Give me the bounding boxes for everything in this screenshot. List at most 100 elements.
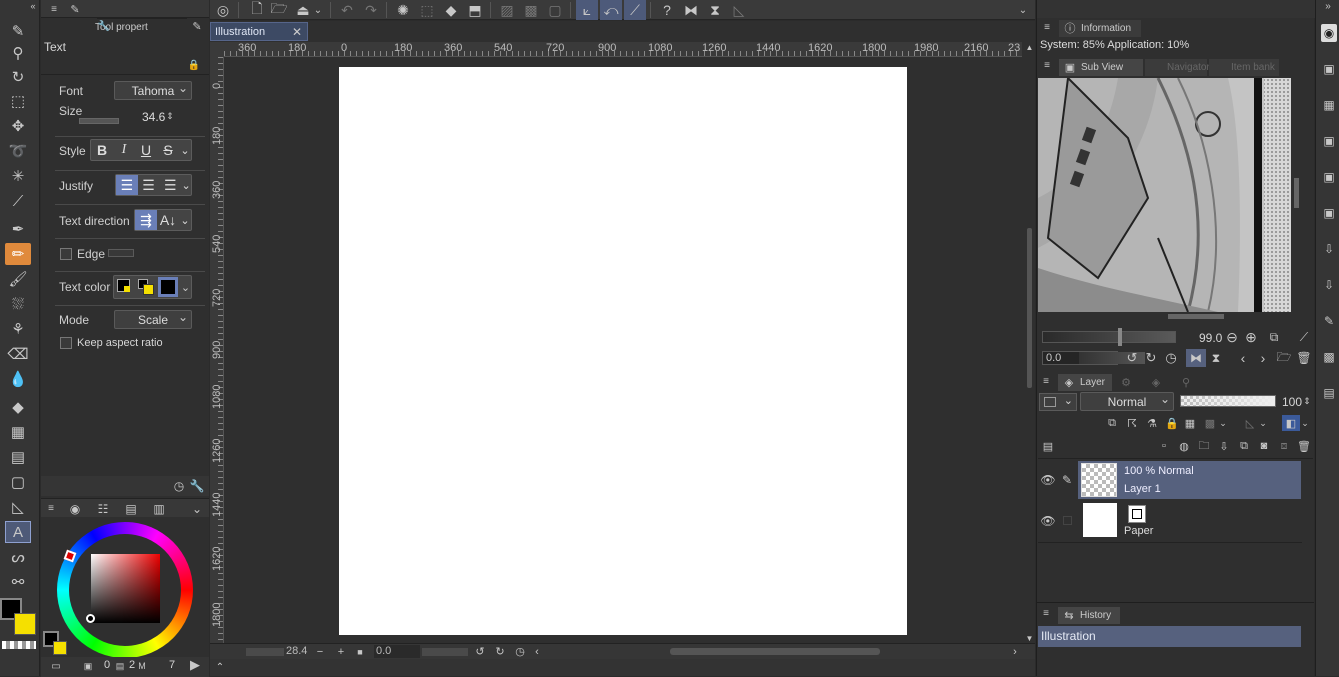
vertical-scrollbar[interactable]: ▲ ▼	[1024, 42, 1035, 643]
flip-horizontal-icon[interactable]: ⧓	[1186, 349, 1206, 367]
save-icon[interactable]: ⏏	[292, 0, 314, 20]
edge-width-slider[interactable]	[108, 249, 134, 257]
panel-menu-icon[interactable]: ≡	[1040, 374, 1052, 388]
chevron-down-icon[interactable]: ⌄	[1300, 415, 1310, 431]
clip-layer-icon[interactable]: ⧉	[1104, 415, 1120, 431]
flip-horizontal-icon[interactable]: ⧓	[680, 0, 702, 20]
fit-window-icon[interactable]: ⧉	[1266, 329, 1282, 345]
correction-tool-icon[interactable]: ⚯	[5, 571, 31, 593]
subview-zoom-handle[interactable]	[1118, 328, 1122, 346]
layer-row-paper[interactable]: Paper	[1078, 501, 1301, 541]
subview-zoom-value[interactable]: 99.0	[1199, 331, 1222, 345]
itembank-tab[interactable]: Item bank	[1209, 59, 1279, 76]
scroll-left-icon[interactable]: ‹	[532, 644, 542, 659]
rotate-left-icon[interactable]: ↺	[1124, 350, 1140, 366]
reset-rotation-icon[interactable]: ◷	[514, 644, 526, 659]
pen-tab-icon[interactable]: ✎	[189, 18, 205, 34]
rotate-left-icon[interactable]: ↺	[474, 644, 486, 659]
panel-menu-icon[interactable]: ≡	[1041, 58, 1053, 72]
flip-vertical-icon[interactable]: ⧗	[704, 0, 726, 20]
decoration-tool-icon[interactable]: ⚘	[5, 318, 31, 340]
chevron-down-icon[interactable]: ⌄	[312, 0, 324, 20]
zoom-out-icon[interactable]: −	[314, 644, 326, 659]
busy-icon[interactable]: ✺	[392, 0, 414, 20]
material-image-icon[interactable]: ▣	[1321, 132, 1337, 150]
combine-icon[interactable]: ⧉	[1236, 438, 1252, 454]
underline-icon[interactable]: U	[135, 140, 157, 160]
flip-vertical-icon[interactable]: ⧗	[1208, 350, 1224, 366]
rotate-right-icon[interactable]: ↻	[1143, 350, 1159, 366]
mode-select[interactable]: Scale	[114, 310, 192, 329]
material-folder-icon[interactable]: ▣	[1321, 204, 1337, 222]
transparent-color-swatch[interactable]	[2, 641, 36, 649]
snap-line-icon[interactable]: ⟋	[624, 0, 646, 20]
trash-icon[interactable]: 🗑	[1296, 350, 1312, 366]
layer-search-tab-icon[interactable]: ◈	[1148, 374, 1164, 390]
material-icon[interactable]: ▣	[1321, 60, 1337, 78]
layer-color-icon[interactable]: ◧	[1282, 415, 1300, 431]
snap-frame-icon[interactable]: ▢	[544, 0, 566, 20]
brush-tool-icon[interactable]: 🖌	[5, 268, 31, 290]
eraser-tool-icon[interactable]: ⌫	[5, 343, 31, 365]
zoom-tool-icon[interactable]: ⚲	[5, 42, 31, 64]
gradient-tool-icon[interactable]: ▦	[5, 421, 31, 443]
fill-icon[interactable]: ◆	[440, 0, 462, 20]
airbrush-tool-icon[interactable]: ⛆	[5, 293, 31, 315]
layer-edit-slot[interactable]	[1063, 516, 1072, 525]
ruler-tool-icon[interactable]: ◺	[5, 496, 31, 518]
bold-icon[interactable]: B	[91, 140, 113, 160]
keep-aspect-checkbox[interactable]	[60, 337, 72, 349]
new-vector-layer-icon[interactable]: ◍	[1176, 438, 1192, 454]
chevron-down-icon[interactable]: ⌄	[179, 210, 191, 230]
scroll-up-icon[interactable]: ▲	[1024, 42, 1035, 52]
mask-icon[interactable]: ▩	[1202, 415, 1218, 431]
text-tool-icon[interactable]: A	[5, 521, 31, 543]
color-chip-yellow[interactable]	[143, 284, 154, 295]
panel-menu-icon[interactable]: ≡	[47, 1, 61, 17]
layer-color-select[interactable]: ⌄	[1039, 393, 1077, 411]
help-icon[interactable]: ?	[656, 0, 678, 20]
panel-menu-icon[interactable]: ≡	[1041, 20, 1053, 34]
fit-icon[interactable]: ■	[354, 644, 366, 659]
pen-tool-icon[interactable]: ✒	[5, 218, 31, 240]
chevron-down-icon[interactable]: ⌄	[1016, 0, 1030, 20]
align-center-icon[interactable]: ☰	[138, 175, 160, 195]
scroll-right-icon[interactable]: ›	[1010, 644, 1020, 659]
panel-menu-icon[interactable]: ≡	[45, 501, 57, 515]
reference-layer-icon[interactable]: ☈	[1124, 415, 1140, 431]
reset-rotation-icon[interactable]: ◷	[1163, 350, 1179, 366]
opacity-stepper-icon[interactable]: ⇕	[1302, 393, 1312, 409]
chevron-down-icon[interactable]: ⌄	[181, 175, 191, 195]
lock-icon[interactable]: 🔒	[187, 58, 201, 72]
material-grid-icon[interactable]: ▩	[1321, 348, 1337, 366]
trash-icon[interactable]: 🗑	[1296, 438, 1312, 454]
blend-mode-select[interactable]: Normal	[1080, 392, 1174, 411]
scroll-down-icon[interactable]: ▼	[1024, 633, 1035, 643]
more-tabs-icon[interactable]: ⌄	[189, 501, 205, 517]
history-item[interactable]: Illustration	[1038, 626, 1301, 647]
material-pattern-icon[interactable]: ▣	[1321, 168, 1337, 186]
chevron-down-icon[interactable]: ⌄	[1258, 415, 1268, 431]
ruler-icon[interactable]: ◺	[728, 0, 750, 20]
layer-row-layer-1[interactable]: 100 % Normal Layer 1	[1078, 461, 1301, 499]
edit-material-icon[interactable]: ✎	[1321, 312, 1337, 330]
history-tab[interactable]: ⇆ History	[1058, 607, 1120, 624]
color-wheel-tab-icon[interactable]: ◉	[67, 501, 83, 517]
transparent-icon[interactable]: ▭	[45, 659, 67, 673]
zoom-out-icon[interactable]: ⊖	[1224, 329, 1240, 345]
clock-icon[interactable]: ◷	[171, 478, 187, 494]
object-tool-icon[interactable]: ⬚	[5, 90, 31, 112]
quick-access-icon[interactable]: ◉	[1321, 24, 1337, 42]
edge-checkbox[interactable]	[60, 248, 72, 260]
navigator-tab[interactable]: Navigator	[1145, 59, 1210, 76]
snap-ruler-icon[interactable]: ▨	[496, 0, 518, 20]
align-left-icon[interactable]: ☰	[116, 175, 138, 195]
layer-property-tab-icon[interactable]: ⚙	[1118, 374, 1134, 390]
zoom-slider[interactable]	[246, 648, 284, 656]
strikethrough-icon[interactable]: S	[157, 140, 179, 160]
magic-wand-icon[interactable]: ✳	[5, 165, 31, 187]
draft-layer-icon[interactable]: ⚗	[1144, 415, 1160, 431]
material-list-icon[interactable]: ▦	[1321, 96, 1337, 114]
transform-icon[interactable]: ⬒	[464, 0, 486, 20]
new-raster-layer-icon[interactable]: ▫	[1156, 438, 1172, 454]
